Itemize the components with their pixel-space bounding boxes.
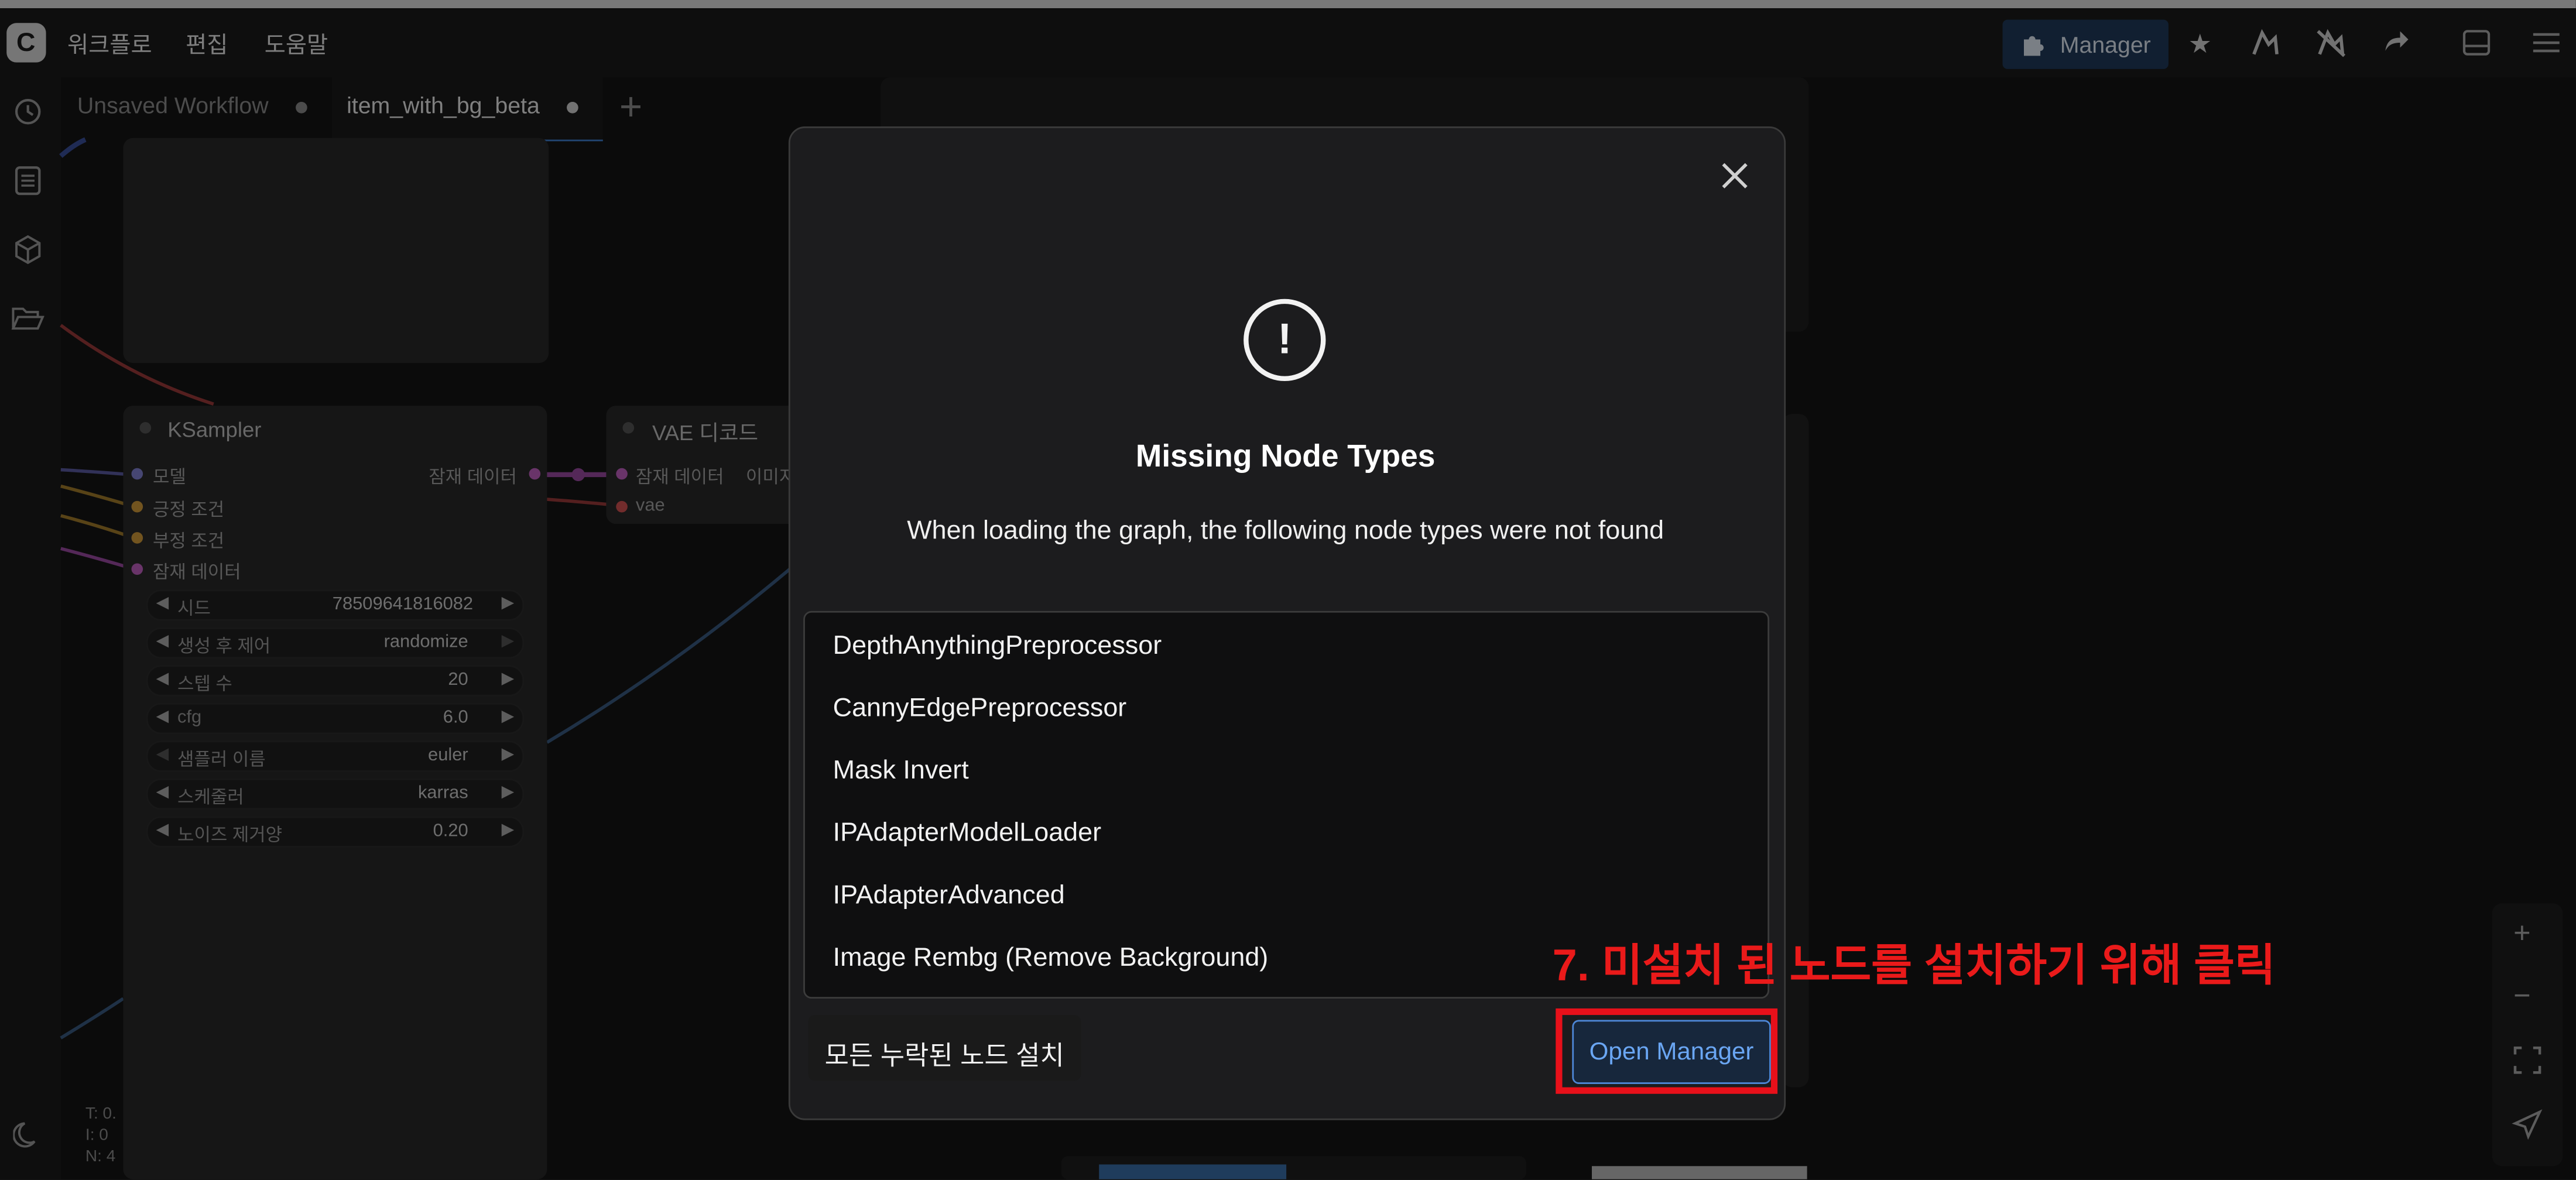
list-item: DepthAnythingPreprocessor [833,632,1162,661]
install-all-label: 모든 누락된 노드 설치 [824,1042,1064,1071]
dialog-message: When loading the graph, the following no… [907,517,1664,546]
close-icon[interactable] [1720,161,1750,191]
app-window: C 워크플로 편집 도움말 Manager ★ Unsaved Workflow… [0,0,2576,1179]
dialog-title: Missing Node Types [1135,440,1436,475]
highlight-box [1556,1008,1778,1094]
list-item: Mask Invert [833,757,969,785]
list-item: CannyEdgePreprocessor [833,694,1127,723]
warning-icon: ! [1244,299,1326,381]
list-item: IPAdapterModelLoader [833,819,1102,848]
install-all-missing-button[interactable]: 모든 누락된 노드 설치 [808,1015,1081,1081]
list-item: Image Rembg (Remove Background) [833,944,1269,973]
list-item: IPAdapterAdvanced [833,881,1065,910]
annotation-text: 7. 미설치 된 노드를 설치하기 위해 클릭 [1552,941,2276,991]
